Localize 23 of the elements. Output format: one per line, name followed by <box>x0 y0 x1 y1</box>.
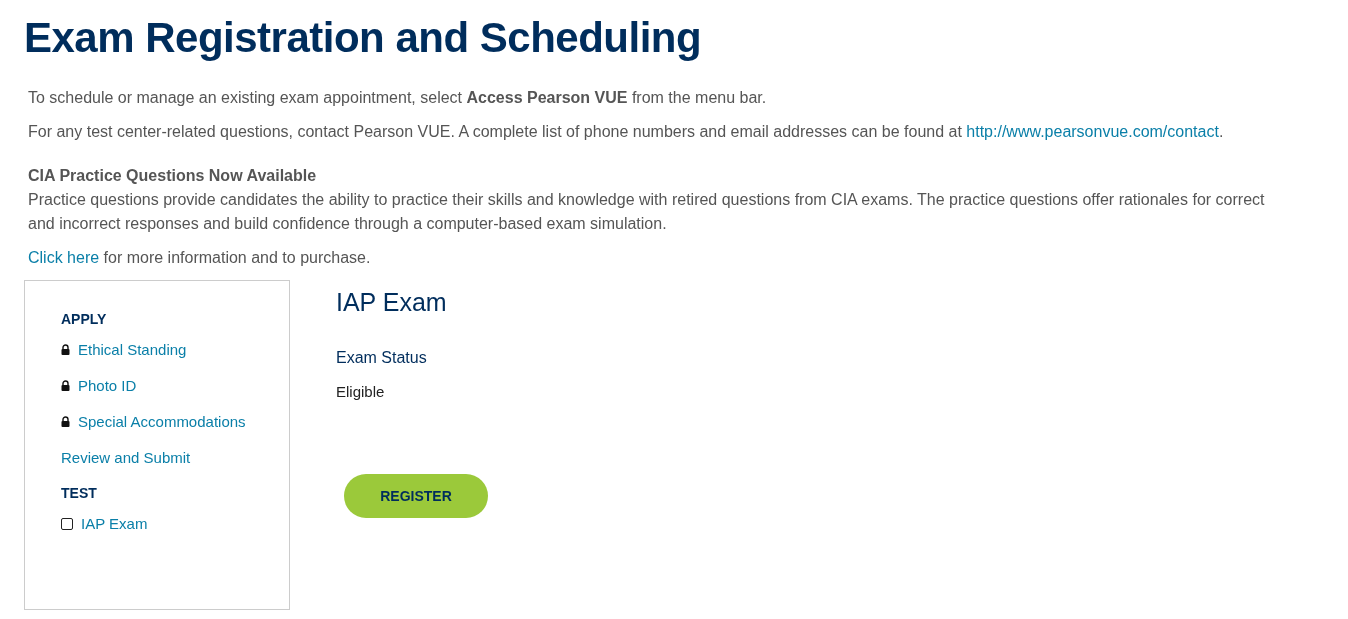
contact-link[interactable]: http://www.pearsonvue.com/contact <box>966 123 1219 140</box>
lock-icon <box>61 416 70 427</box>
sidebar-link[interactable]: Special Accommodations <box>78 413 246 430</box>
purchase-paragraph: Click here for more information and to purchase. <box>28 248 372 268</box>
sidebar-heading: APPLY <box>61 311 108 327</box>
sidebar-link[interactable]: Review and Submit <box>61 449 191 466</box>
lock-icon <box>61 380 70 391</box>
page-title: Exam Registration and Scheduling <box>24 14 703 62</box>
sidebar-heading: TEST <box>61 485 98 501</box>
lock-icon <box>61 344 70 355</box>
intro-paragraph: For any test center-related questions, contact Pearson VUE. A complete list of phone numbers and email addresses can be found at http://www.pearsonvue.com/contact. <box>28 122 1225 142</box>
exam-title: IAP Exam <box>336 288 447 317</box>
click-here-link[interactable]: Click here <box>28 249 100 266</box>
sidebar-link[interactable]: Photo ID <box>78 377 137 394</box>
status-value: Eligible <box>336 383 385 400</box>
sidebar-link[interactable]: IAP Exam <box>81 515 148 532</box>
status-label: Exam Status <box>336 349 427 367</box>
register-button[interactable]: REGISTER <box>344 474 488 518</box>
intro-paragraph: To schedule or manage an existing exam appointment, select Access Pearson VUE from the menu bar. <box>28 88 768 108</box>
sidebar-link[interactable]: Ethical Standing <box>78 341 187 358</box>
section-heading: CIA Practice Questions Now Available <box>28 166 318 186</box>
practice-paragraph: Practice questions provide candidates the ability to practice their skills and knowledge with retired questions from CIA exams. The practice questions offer rationales for correct and incorrect responses and build confidence through a computer-based exam simulation. <box>28 190 1266 234</box>
checkbox[interactable] <box>61 517 73 530</box>
